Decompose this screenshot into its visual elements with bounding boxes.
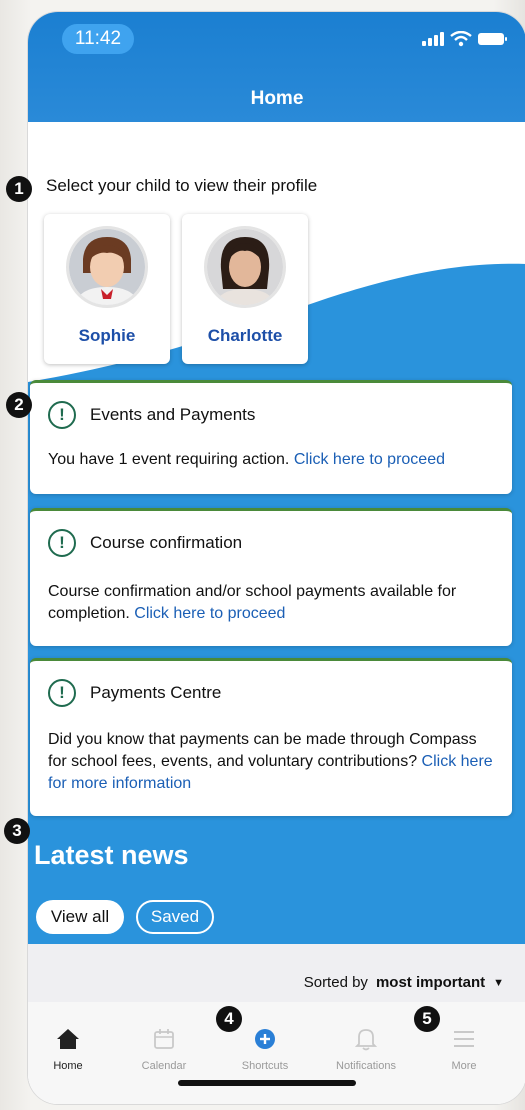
phone-screen: 11:42 Home Select your child to view the… [28, 12, 525, 1104]
tab-label: Notifications [336, 1060, 396, 1072]
card-header: ! Payments Centre [48, 679, 221, 707]
alert-icon: ! [48, 401, 76, 429]
card-header: ! Course confirmation [48, 529, 242, 557]
chevron-down-icon: ▼ [493, 976, 504, 989]
course-confirmation-card[interactable]: ! Course confirmation Course confirmatio… [30, 508, 512, 646]
alert-icon: ! [48, 679, 76, 707]
proceed-link[interactable]: Click here to proceed [134, 605, 285, 622]
home-indicator [178, 1080, 356, 1086]
bottom-tab-bar: Home Calendar Shortcuts Notifications Mo… [28, 1002, 525, 1104]
status-icons [422, 29, 507, 49]
select-child-label: Select your child to view their profile [46, 176, 318, 195]
alert-icon: ! [48, 529, 76, 557]
card-title: Payments Centre [90, 683, 222, 702]
proceed-link[interactable]: Click here to proceed [294, 451, 445, 468]
child-card-sophie[interactable]: Sophie [44, 214, 170, 364]
tab-label: Home [53, 1060, 83, 1072]
tab-home[interactable]: Home [28, 1026, 108, 1072]
home-content: Select your child to view their profile … [28, 122, 525, 1104]
child-name: Charlotte [207, 326, 283, 345]
tab-calendar[interactable]: Calendar [124, 1026, 204, 1072]
bell-icon [326, 1026, 406, 1052]
tab-label: Calendar [141, 1060, 187, 1072]
latest-news-heading: Latest news [34, 840, 189, 870]
children-list: Sophie Charlotte [44, 214, 308, 364]
card-title: Events and Payments [90, 405, 256, 424]
wifi-icon [450, 31, 472, 47]
card-title: Course confirmation [90, 533, 243, 552]
tab-label: More [451, 1060, 477, 1072]
payments-centre-card[interactable]: ! Payments Centre Did you know that paym… [30, 658, 512, 816]
tab-notifications[interactable]: Notifications [326, 1026, 406, 1072]
menu-icon [424, 1026, 504, 1052]
card-body: Did you know that payments can be made t… [48, 729, 494, 795]
card-text: You have 1 event requiring action. [48, 451, 294, 468]
tab-more[interactable]: More [424, 1026, 504, 1072]
sort-value: most important [375, 974, 486, 991]
card-header: ! Events and Payments [48, 401, 255, 429]
page-title: Home [250, 88, 304, 109]
sort-prefix: Sorted by [303, 974, 368, 991]
avatar [204, 226, 286, 308]
annotation-badge-1: 1 [6, 176, 32, 202]
view-all-filter[interactable]: View all [36, 900, 124, 934]
child-name: Sophie [78, 326, 136, 345]
tab-label: Shortcuts [241, 1060, 289, 1072]
annotation-badge-2: 2 [6, 392, 32, 418]
annotation-badge-4: 4 [216, 1006, 242, 1032]
annotation-badge-5: 5 [414, 1006, 440, 1032]
annotation-badge-3: 3 [4, 818, 30, 844]
status-time: 11:42 [62, 24, 134, 54]
tab-shortcuts[interactable]: Shortcuts [225, 1026, 305, 1072]
home-icon [28, 1026, 108, 1052]
sort-dropdown[interactable]: Sorted by most important ▼ [304, 974, 504, 991]
calendar-icon [124, 1026, 204, 1052]
plus-circle-icon [225, 1026, 305, 1052]
card-body: Course confirmation and/or school paymen… [48, 581, 494, 625]
app-header: 11:42 Home [28, 12, 525, 122]
events-payments-card[interactable]: ! Events and Payments You have 1 event r… [30, 380, 512, 494]
avatar [66, 226, 148, 308]
battery-icon [478, 33, 507, 45]
saved-filter[interactable]: Saved [136, 900, 214, 934]
child-card-charlotte[interactable]: Charlotte [182, 214, 308, 364]
card-text: Did you know that payments can be made t… [48, 731, 477, 770]
card-body: You have 1 event requiring action. Click… [48, 449, 494, 471]
signal-icon [422, 32, 444, 46]
